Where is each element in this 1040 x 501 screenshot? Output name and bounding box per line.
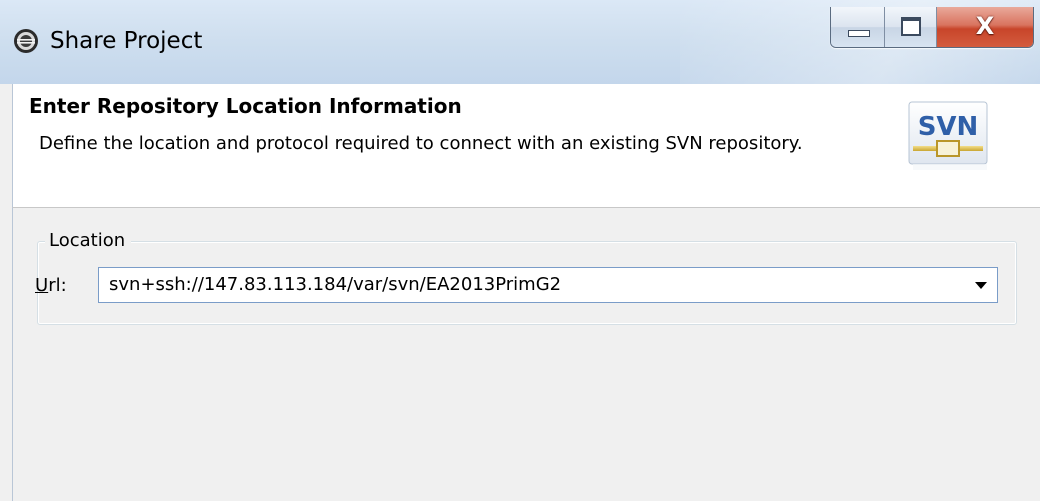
share-project-window: Share Project X Enter Repository Locatio… bbox=[0, 0, 1040, 501]
chevron-down-icon[interactable] bbox=[975, 282, 987, 289]
url-input[interactable]: svn+ssh://147.83.113.184/var/svn/EA2013P… bbox=[109, 272, 561, 298]
page-description: Define the location and protocol require… bbox=[39, 133, 803, 154]
wizard-body: Location Url: svn+ssh://147.83.113.184/v… bbox=[12, 208, 1040, 501]
minimize-button[interactable] bbox=[831, 7, 885, 47]
url-combobox[interactable]: svn+ssh://147.83.113.184/var/svn/EA2013P… bbox=[98, 267, 998, 303]
maximize-icon bbox=[901, 17, 921, 36]
title-bar[interactable]: Share Project X bbox=[0, 0, 1040, 84]
minimize-icon bbox=[848, 30, 870, 37]
eclipse-icon bbox=[14, 29, 38, 53]
close-button[interactable]: X bbox=[937, 7, 1033, 47]
svn-logo-icon: SVN bbox=[908, 101, 988, 170]
window-title: Share Project bbox=[50, 28, 203, 54]
window-controls: X bbox=[830, 7, 1034, 48]
url-label-text: rl: bbox=[48, 275, 67, 296]
svn-logo-text: SVN bbox=[918, 112, 979, 142]
location-group-label: Location bbox=[45, 228, 132, 254]
close-icon: X bbox=[975, 12, 995, 40]
wizard-header: Enter Repository Location Information De… bbox=[12, 84, 1040, 208]
url-label: Url: bbox=[35, 273, 67, 299]
url-label-mnemonic: U bbox=[35, 275, 49, 296]
maximize-button[interactable] bbox=[885, 7, 937, 47]
page-title: Enter Repository Location Information bbox=[29, 94, 462, 118]
